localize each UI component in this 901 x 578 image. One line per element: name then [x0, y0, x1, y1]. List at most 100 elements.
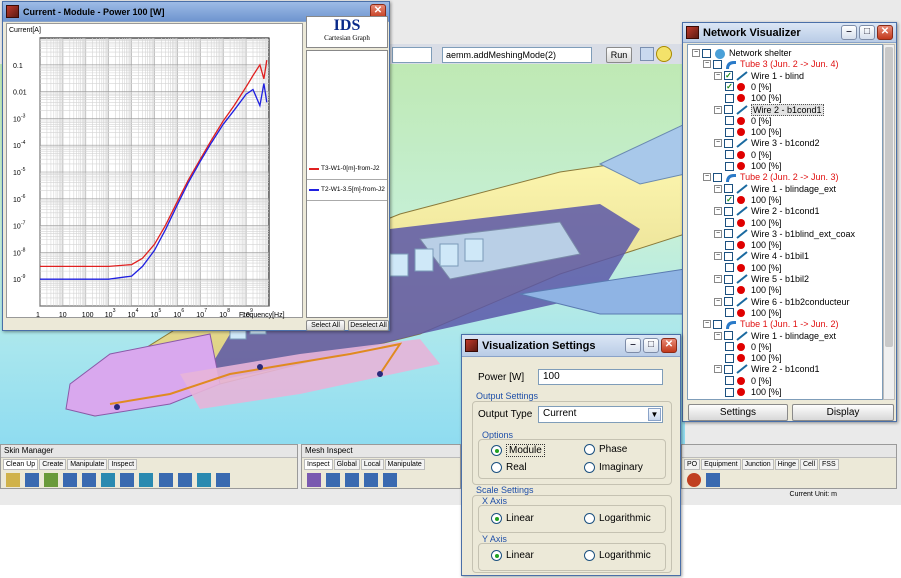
tree-checkbox[interactable]	[702, 48, 711, 58]
skin-tool-icon[interactable]	[101, 473, 116, 487]
imaginary-radio[interactable]: Imaginary	[584, 462, 643, 473]
tab-hinge[interactable]: Hinge	[774, 459, 799, 470]
legend-item[interactable]: T2-W1-3.5[m]-from-J2	[309, 186, 385, 193]
tree-row-wire[interactable]: − Wire 5 - b1bil2	[714, 273, 809, 285]
toolbar-tool-icon[interactable]	[640, 47, 654, 61]
tree-row-wire[interactable]: − Wire 1 - blindage_ext	[714, 183, 836, 195]
tree-row-value[interactable]: 0 [%]	[725, 149, 772, 161]
tree-row-wire[interactable]: − Wire 1 - blindage_ext	[714, 330, 836, 342]
tree-row-value[interactable]: 100 [%]	[725, 217, 782, 229]
tree-checkbox[interactable]	[724, 138, 733, 148]
expand-toggle[interactable]: −	[703, 320, 711, 329]
mesh-tool-icon[interactable]	[345, 473, 360, 487]
tree-row-wire[interactable]: − Wire 3 - b1blind_ext_coax	[714, 228, 855, 240]
tree-row-wire[interactable]: − Wire 6 - b1b2conducteur	[714, 296, 850, 308]
tab-fss[interactable]: FSS	[819, 459, 839, 470]
tree-checkbox[interactable]	[724, 184, 733, 194]
expand-toggle[interactable]: −	[714, 252, 722, 261]
close-icon[interactable]: ✕	[661, 338, 677, 353]
expand-toggle[interactable]: −	[714, 365, 722, 374]
mesh-tab-inspect[interactable]: Inspect	[304, 459, 333, 470]
skin-tool-icon[interactable]	[6, 473, 20, 487]
tree-row-value[interactable]: 100 [%]	[725, 307, 782, 319]
tree-checkbox[interactable]	[724, 364, 733, 374]
tree-checkbox[interactable]	[724, 229, 733, 239]
tab-junction[interactable]: Junction	[741, 459, 774, 470]
deselect-all-button[interactable]: Deselect All	[348, 320, 389, 331]
power-input[interactable]: 100	[538, 369, 663, 385]
run-button[interactable]: Run	[606, 47, 632, 63]
expand-toggle[interactable]: −	[714, 331, 722, 340]
x-log-radio[interactable]: Logarithmic	[584, 513, 651, 524]
phase-radio[interactable]: Phase	[584, 444, 627, 455]
tree-checkbox[interactable]	[713, 319, 722, 329]
tree-row-value[interactable]: 100 [%]	[725, 126, 782, 138]
y-linear-radio[interactable]: Linear	[491, 550, 534, 561]
mesh-tool-icon[interactable]	[364, 473, 379, 487]
tree-checkbox[interactable]	[724, 331, 733, 340]
tree-checkbox[interactable]	[713, 172, 722, 182]
tree-checkbox[interactable]: ✓	[725, 195, 734, 205]
skin-tool-icon[interactable]	[44, 473, 59, 487]
tree-row-value[interactable]: 100 [%]	[725, 284, 782, 296]
tree-row-value[interactable]: 100 [%]	[725, 160, 782, 172]
tree-checkbox[interactable]	[713, 59, 722, 69]
minimize-icon[interactable]: –	[625, 338, 641, 353]
skin-tool-icon[interactable]	[82, 473, 97, 487]
skin-tab-manipulate[interactable]: Manipulate	[67, 459, 108, 470]
tree-row-wire[interactable]: − Wire 2 - b1cond1	[714, 205, 820, 217]
tree-row-root[interactable]: − Network shelter	[692, 47, 792, 59]
tree-scrollbar[interactable]	[883, 44, 895, 400]
tree-row-wire[interactable]: − ✓ Wire 1 - blind	[714, 70, 804, 82]
legend-item[interactable]: T3-W1-0[m]-from-J2	[309, 165, 380, 172]
output-type-select[interactable]: Current ▼	[538, 406, 663, 423]
expand-toggle[interactable]: −	[714, 297, 722, 306]
tree-row-value[interactable]: ✓ 100 [%]	[725, 194, 782, 206]
expand-toggle[interactable]: −	[714, 275, 722, 283]
skin-tool-icon[interactable]	[196, 473, 211, 487]
tree-checkbox[interactable]	[724, 274, 733, 284]
tree-row-wire[interactable]: − Wire 2 - b1cond1	[714, 103, 824, 116]
tree-checkbox[interactable]	[724, 206, 733, 216]
tree-checkbox[interactable]	[725, 240, 734, 250]
tree-row-value[interactable]: 100 [%]	[725, 92, 782, 104]
view-tool-icon[interactable]	[656, 46, 672, 62]
skin-tool-icon[interactable]	[177, 473, 192, 487]
module-radio[interactable]: Module	[491, 444, 545, 457]
select-all-button[interactable]: Select All	[306, 320, 345, 331]
vis-titlebar[interactable]: Visualization Settings – □ ✕	[462, 335, 680, 357]
mesh-tool-icon[interactable]	[326, 473, 341, 487]
tree-row-value[interactable]: 100 [%]	[725, 239, 782, 251]
mesh-tab-manipulate[interactable]: Manipulate	[384, 459, 425, 470]
maximize-icon[interactable]: □	[643, 338, 659, 353]
scrollbar-thumb[interactable]	[885, 47, 893, 347]
tree-checkbox[interactable]	[725, 353, 734, 363]
expand-toggle[interactable]: −	[714, 139, 722, 148]
tree-checkbox[interactable]	[725, 150, 734, 160]
tree-checkbox[interactable]	[725, 218, 734, 227]
equipment-tool-icon[interactable]	[687, 473, 701, 487]
minimize-icon[interactable]: –	[841, 25, 857, 40]
mesh-tab-local[interactable]: Local	[360, 459, 384, 470]
tree-row-value[interactable]: 100 [%]	[725, 262, 782, 274]
tree-checkbox[interactable]	[724, 251, 733, 261]
tree-row-value[interactable]: 0 [%]	[725, 341, 772, 353]
tree-checkbox[interactable]	[725, 308, 734, 318]
tree-checkbox[interactable]	[725, 387, 734, 397]
expand-toggle[interactable]: −	[703, 173, 711, 182]
command-input[interactable]: aemm.addMeshingMode(2)	[442, 47, 592, 63]
tree-row-value[interactable]: ✓ 0 [%]	[725, 81, 772, 93]
skin-tab-clean-up[interactable]: Clean Up	[3, 459, 39, 470]
skin-tab-inspect[interactable]: Inspect	[108, 459, 138, 470]
x-linear-radio[interactable]: Linear	[491, 513, 534, 524]
expand-toggle[interactable]: −	[692, 49, 700, 57]
tree-checkbox[interactable]	[725, 342, 734, 352]
y-log-radio[interactable]: Logarithmic	[584, 550, 651, 561]
close-icon[interactable]: ✕	[877, 25, 893, 40]
skin-tool-icon[interactable]	[63, 473, 78, 487]
tree-checkbox[interactable]	[725, 93, 734, 103]
real-radio[interactable]: Real	[491, 462, 527, 473]
skin-tool-icon[interactable]	[158, 473, 173, 487]
network-titlebar[interactable]: Network Visualizer – □ ✕	[683, 23, 896, 43]
tab-cell[interactable]: Cell	[799, 459, 819, 470]
